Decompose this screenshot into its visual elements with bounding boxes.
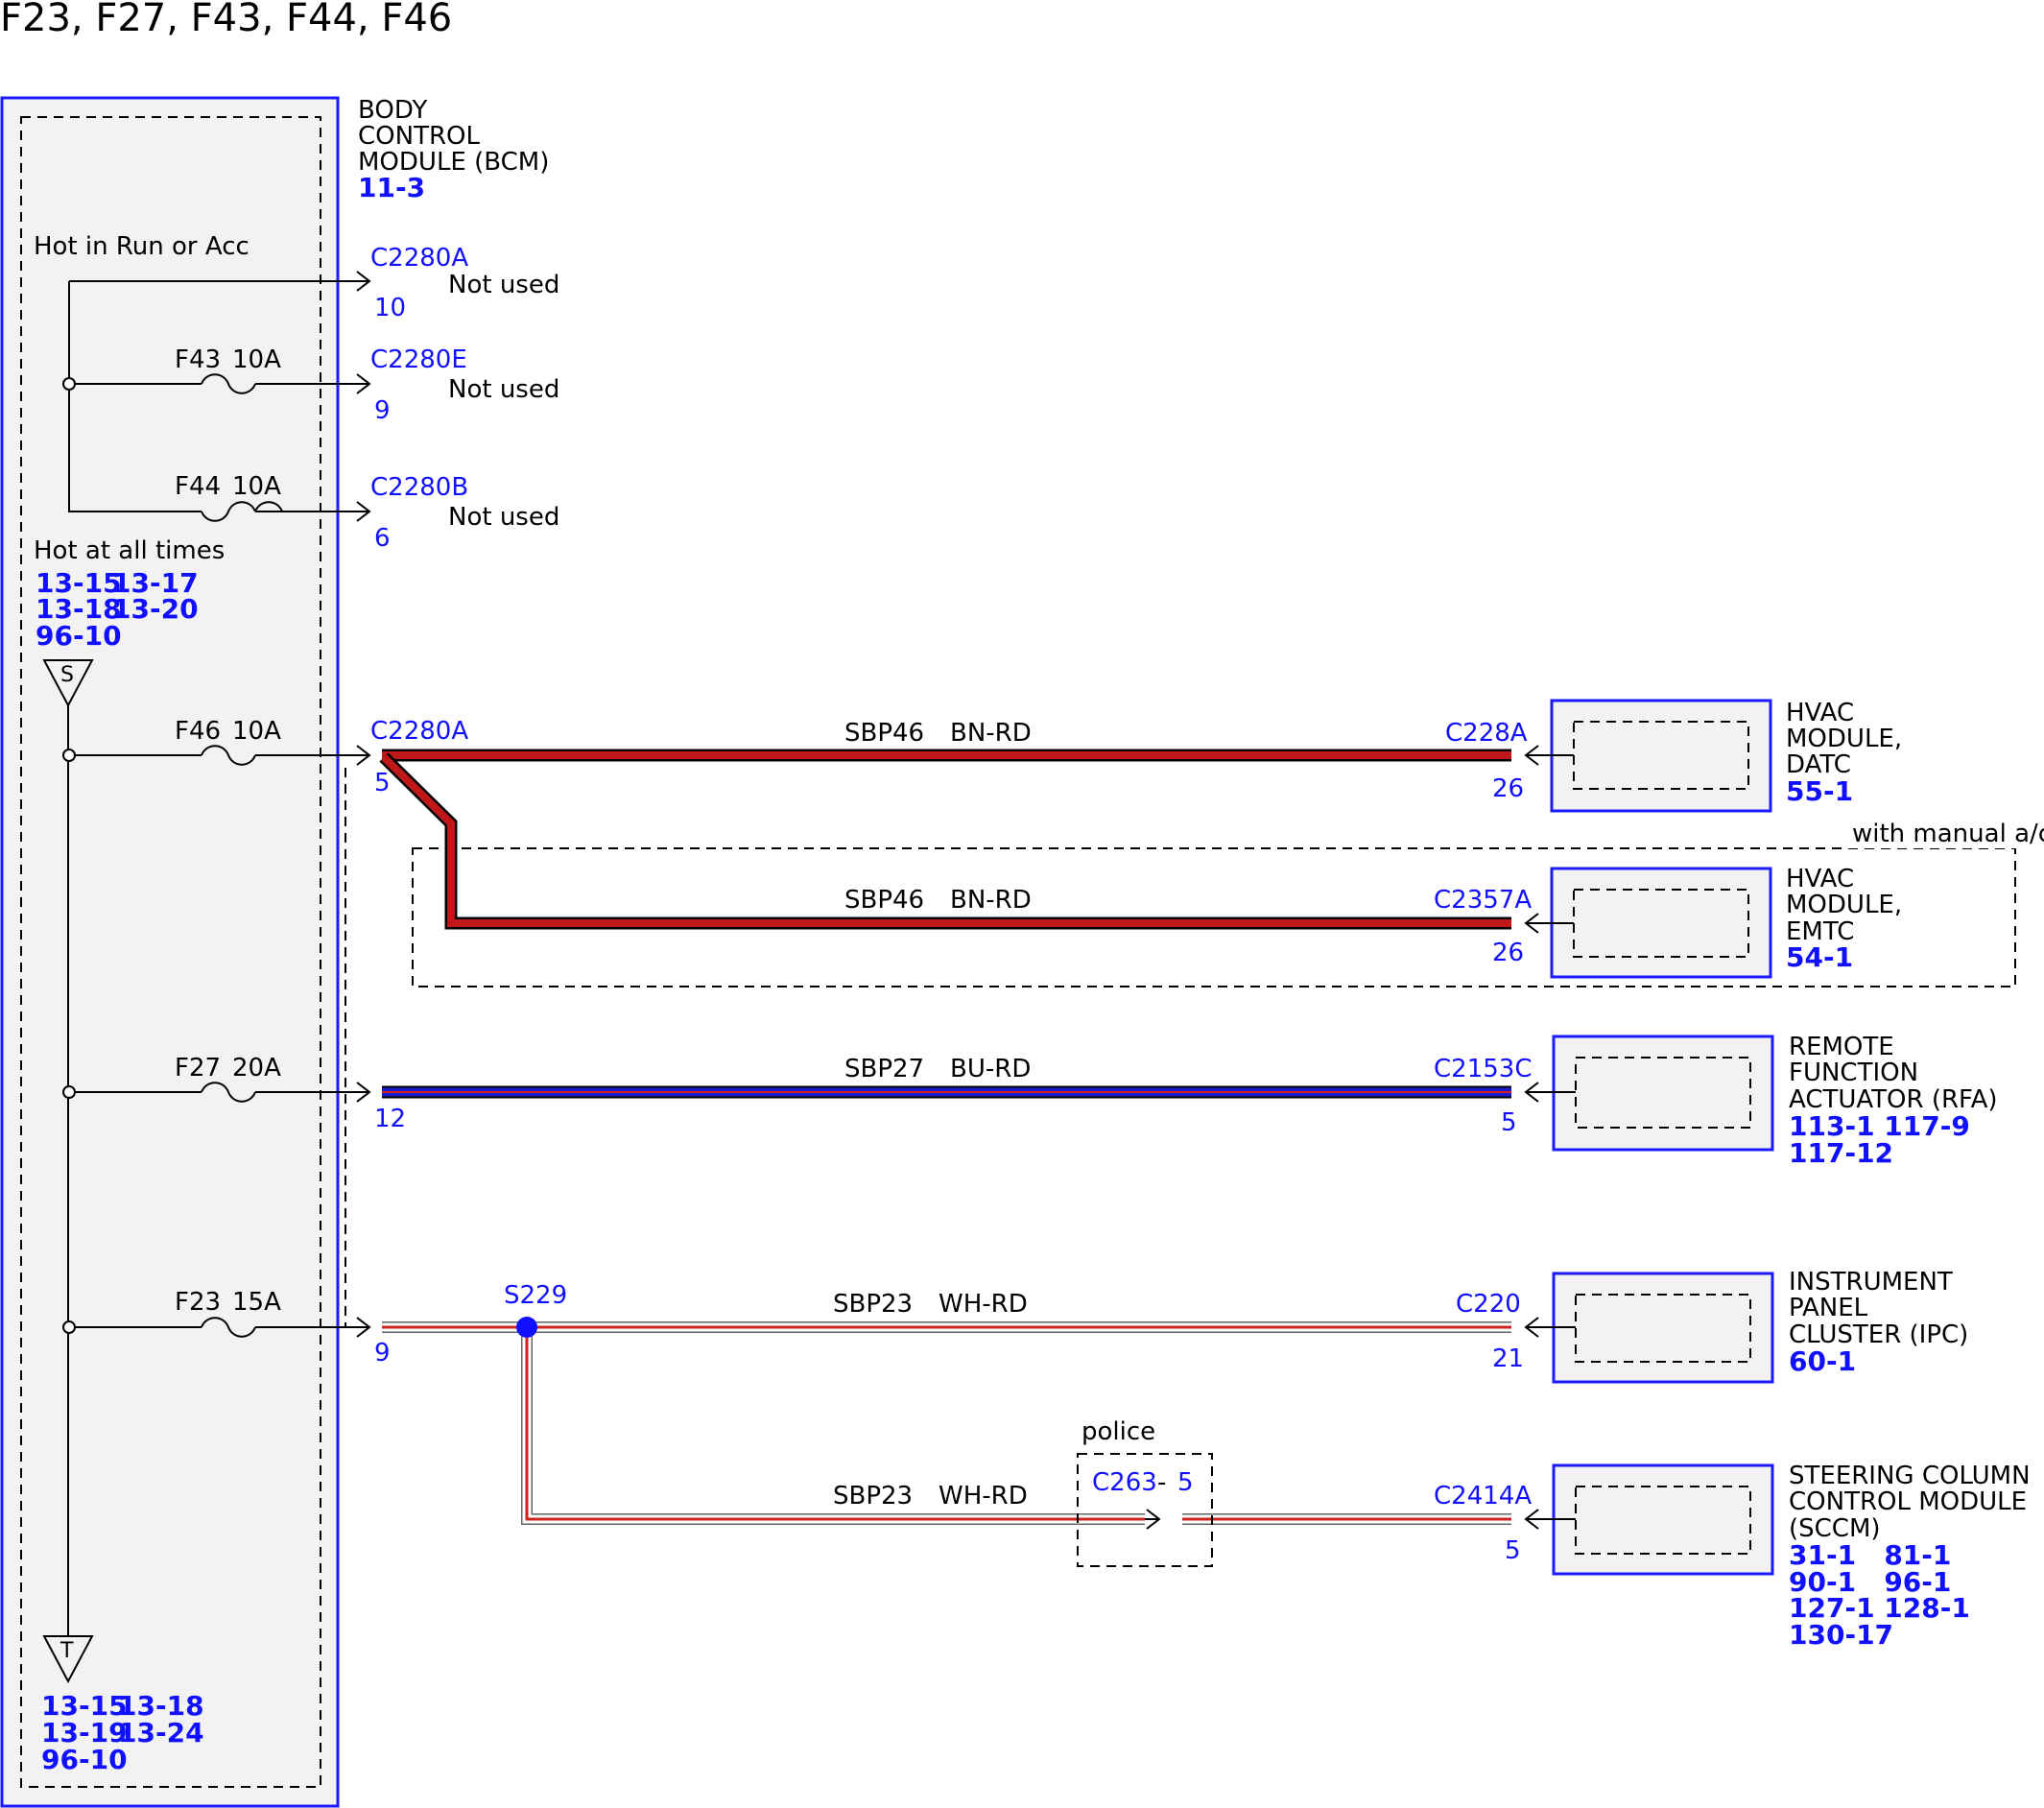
module-connector[interactable]: C228A [1445,719,1528,748]
module-pin: 26 [1492,774,1524,803]
f43-name: F43 [175,345,221,374]
module-pin: 26 [1492,939,1524,967]
c263-separator: - [1157,1468,1166,1497]
module-hvac-datc[interactable]: C228A 26 HVAC MODULE, DATC 55-1 [1445,699,1902,813]
unused-output-3: C2280B 6 Not used [370,473,559,553]
bcm-name-line-1: BODY [358,96,427,125]
f44-rating: 10A [232,472,281,501]
module-name-line-2: FUNCTION [1789,1059,1918,1087]
unused-output-1: C2280A 10 Not used [370,244,559,322]
module-frame [1550,699,1772,813]
bcm-name-line-2: CONTROL [358,122,480,151]
f46-name: F46 [175,717,221,746]
sbp46-bcm-pin: 5 [374,769,391,797]
module-name-line-1: INSTRUMENT [1789,1268,1953,1297]
f43-junction-node [62,377,76,391]
unused-output-2: C2280E 9 Not used [370,345,559,425]
module-connector[interactable]: C220 [1456,1290,1521,1319]
sbp27-circuit-label: SBP27 [844,1055,924,1083]
sbp23-bcm-pin: 9 [374,1339,391,1368]
wiring-diagram: F23, F27, F43, F44, F46 BODY CONTROL MOD… [0,0,2044,1808]
module-sccm[interactable]: C2414A 5 STEERING COLUMN CONTROL MODULE … [1434,1462,2031,1651]
module-pin: 21 [1492,1344,1524,1373]
module-rfa[interactable]: C2153C 5 REMOTE FUNCTION ACTUATOR (RFA) … [1434,1033,1998,1169]
module-name-line-1: HVAC [1786,865,1854,893]
unused-note: Not used [448,375,559,404]
unused-connector[interactable]: C2280B [370,473,468,502]
bcm-module-frame [0,96,340,1808]
bcm-title: BODY CONTROL MODULE (BCM) 11-3 [358,96,549,203]
module-ref-2[interactable]: 117-12 [1789,1137,1893,1169]
diagram-title: F23, F27, F43, F44, F46 [0,0,452,40]
wire-sbp46-emtc-core [381,754,1511,927]
sbp46-color-label: BN-RD [950,719,1032,748]
module-name-line-1: HVAC [1786,699,1854,727]
module-connector[interactable]: C2153C [1434,1055,1532,1083]
f27-rating: 20A [232,1054,281,1082]
splice-s229-label[interactable]: S229 [504,1281,567,1310]
f23-junction-node [62,1320,76,1334]
module-pin: 5 [1505,1536,1521,1565]
module-frame [1552,1035,1774,1152]
c263-connector[interactable]: C263 [1092,1468,1157,1497]
unused-pin: 6 [374,524,391,553]
module-frame [1552,1463,1774,1576]
symbol-s-label: S [60,663,74,687]
splice-s229-dot[interactable] [516,1317,537,1338]
f27-name: F27 [175,1054,221,1082]
t-ref-4[interactable]: 13-24 [118,1717,204,1749]
sbp23-sccm-color-label: WH-RD [939,1482,1028,1511]
module-name-line-2: PANEL [1789,1294,1868,1322]
f43-rating: 10A [232,345,281,374]
module-ref-1[interactable]: 60-1 [1789,1345,1856,1377]
unused-note: Not used [448,271,559,299]
module-connector[interactable]: C2357A [1434,886,1532,915]
module-pin: 5 [1501,1108,1517,1137]
sbp23-circuit-label: SBP23 [833,1290,913,1319]
sbp23-sccm-circuit-label: SBP23 [833,1482,913,1511]
hot-ref-4[interactable]: 13-20 [112,593,199,625]
c263-pin: 5 [1177,1468,1194,1497]
module-ref-4[interactable]: 130-17 [1789,1619,1893,1651]
sbp46-bcm-connector[interactable]: C2280A [370,717,468,746]
module-name-line-1: STEERING COLUMN [1789,1462,2031,1490]
f23-name: F23 [175,1288,221,1317]
f27-junction-node [62,1085,76,1099]
unused-note: Not used [448,503,559,532]
police-label: police [1081,1417,1155,1446]
unused-connector[interactable]: C2280E [370,345,467,374]
t-ref-5[interactable]: 96-10 [41,1744,128,1775]
hot-at-all-times-label: Hot at all times [34,536,225,565]
wire-sbp46-emtc-outline [379,752,1511,930]
symbol-t-label: T [59,1639,74,1663]
module-connector[interactable]: C2414A [1434,1482,1532,1511]
module-name-line-2: CONTROL MODULE [1789,1487,2027,1516]
unused-pin: 10 [374,294,406,322]
f46-junction-node [62,749,76,762]
sbp27-bcm-pin: 12 [374,1105,406,1133]
wire-sbp46-emtc[interactable] [379,752,1511,930]
module-frame [1552,1272,1774,1384]
module-frame [1550,867,1772,979]
module-name-line-2: MODULE, [1786,725,1902,753]
module-name-line-2: MODULE, [1786,891,1902,919]
hot-in-run-label: Hot in Run or Acc [34,232,250,261]
hot-ref-5[interactable]: 96-10 [36,620,122,652]
sbp46-emtc-color-label: BN-RD [950,886,1032,915]
f23-rating: 15A [232,1288,281,1317]
bcm-ref[interactable]: 11-3 [358,172,425,203]
module-ref-1[interactable]: 54-1 [1786,941,1853,973]
unused-pin: 9 [374,396,391,425]
sbp27-color-label: BU-RD [950,1055,1031,1083]
f46-rating: 10A [232,717,281,746]
sbp46-circuit-label: SBP46 [844,719,924,748]
unused-connector[interactable]: C2280A [370,244,468,273]
f44-name: F44 [175,472,221,501]
module-name-line-1: REMOTE [1789,1033,1894,1061]
module-ref-1[interactable]: 55-1 [1786,775,1853,807]
manual-ac-label: with manual a/c [1852,820,2044,848]
sbp46-emtc-circuit-label: SBP46 [844,886,924,915]
sbp23-color-label: WH-RD [939,1290,1028,1319]
module-ipc[interactable]: C220 21 INSTRUMENT PANEL CLUSTER (IPC) 6… [1456,1268,1968,1384]
